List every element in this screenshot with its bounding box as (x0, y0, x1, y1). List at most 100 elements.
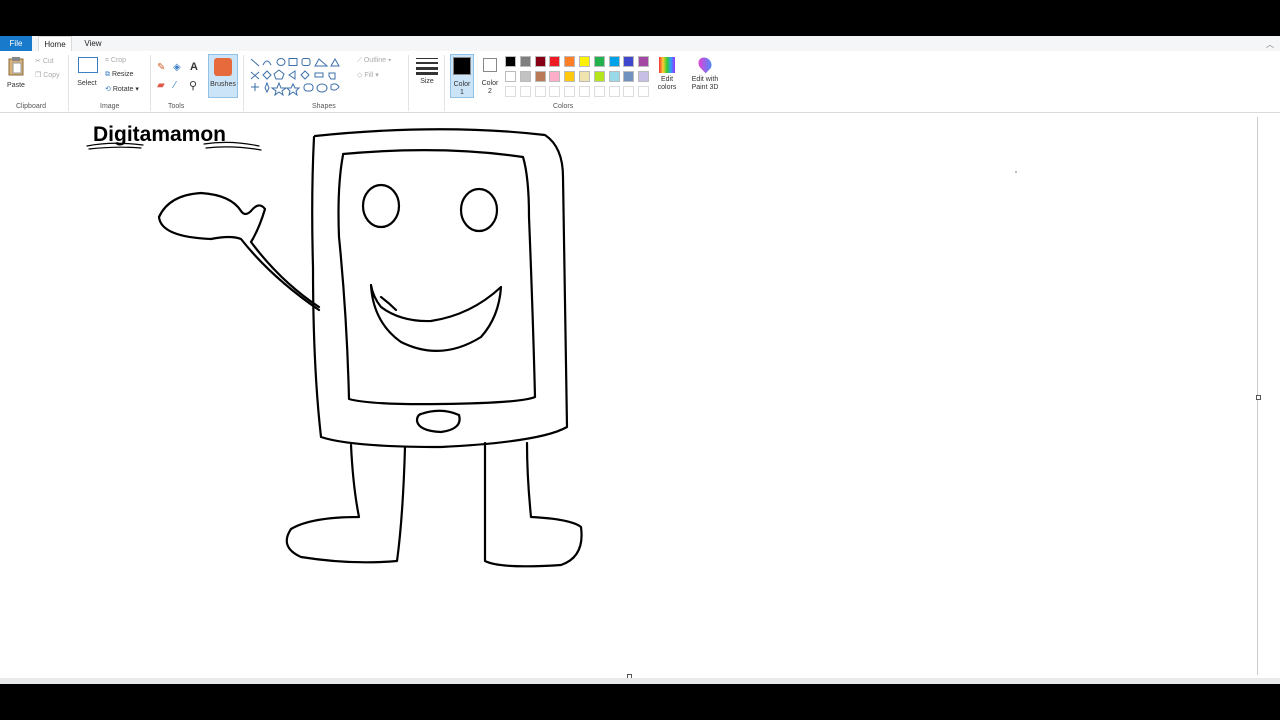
palette-swatch[interactable] (638, 56, 650, 67)
edit-paint3d-label: Edit with Paint 3D (691, 76, 719, 91)
cut-button[interactable]: ✂ Cut (35, 57, 54, 67)
color2-swatch (483, 58, 497, 72)
cut-label: Cut (42, 58, 54, 65)
tab-home[interactable]: Home (38, 36, 72, 51)
custom-color-slot[interactable] (549, 86, 561, 97)
rotate-icon: ⟲ (105, 86, 111, 93)
custom-color-slot[interactable] (564, 86, 576, 97)
paste-button[interactable]: Paste (6, 55, 26, 95)
palette-swatch[interactable] (608, 71, 620, 82)
outline-label: Outline (363, 57, 387, 64)
select-button[interactable]: Select (76, 57, 98, 97)
color-picker-icon[interactable]: ⁄ (174, 80, 176, 91)
color1-swatch (453, 57, 471, 75)
rotate-button[interactable]: ⟲ Rotate ▾ (105, 85, 139, 95)
custom-color-slot[interactable] (638, 86, 650, 97)
palette-swatch[interactable] (593, 71, 605, 82)
color-palette (505, 56, 655, 100)
palette-swatch[interactable] (608, 56, 620, 67)
ribbon-collapse-icon[interactable]: ︿ (1266, 39, 1274, 50)
crop-label: Crop (110, 57, 127, 64)
divider (68, 55, 69, 111)
color2-label: Color 2 (481, 80, 499, 95)
palette-swatch[interactable] (534, 71, 546, 82)
color1-label: Color 1 (453, 81, 471, 96)
tab-file[interactable]: File (0, 36, 32, 51)
horizontal-scrollbar[interactable] (0, 678, 1280, 684)
ribbon-tab-bar: File Home View ︿ (0, 36, 1280, 51)
custom-color-slot[interactable] (623, 86, 635, 97)
fill-button[interactable]: ◇ Fill ▾ (357, 71, 379, 81)
brushes-button[interactable]: Brushes (208, 54, 238, 98)
custom-color-slot[interactable] (608, 86, 620, 97)
custom-color-slot[interactable] (579, 86, 590, 97)
rotate-label: Rotate (112, 86, 134, 93)
paste-label: Paste (7, 82, 25, 89)
resize-icon: ⧉ (105, 71, 110, 78)
custom-color-slot[interactable] (519, 86, 531, 97)
palette-swatch[interactable] (549, 56, 561, 67)
magnifier-icon[interactable]: ⚲ (189, 79, 197, 92)
edit-paint3d-button[interactable]: Edit with Paint 3D (688, 54, 722, 100)
divider (444, 55, 445, 111)
copy-label: Copy (43, 72, 60, 79)
custom-color-slot[interactable] (505, 86, 516, 97)
brush-icon (214, 58, 232, 76)
fill-icon[interactable]: ◈ (173, 62, 181, 73)
select-label: Select (77, 80, 97, 87)
palette-swatch[interactable] (505, 71, 516, 82)
custom-color-slot[interactable] (593, 86, 605, 97)
palette-swatch[interactable] (564, 56, 576, 67)
crop-button[interactable]: ⌗ Crop (105, 56, 126, 66)
palette-swatch[interactable] (534, 56, 546, 67)
text-icon[interactable]: A (190, 61, 198, 73)
palette-swatch[interactable] (564, 71, 576, 82)
paint-window: File Home View ︿ Paste ✂ Cut ❐ Copy Clip… (0, 36, 1280, 684)
palette-swatch[interactable] (519, 71, 531, 82)
canvas-area: Digitamamon (0, 113, 1280, 684)
color1-button[interactable]: Color 1 (450, 54, 474, 98)
shapes-gallery[interactable] (249, 57, 349, 97)
resize-handle-right[interactable] (1256, 395, 1261, 400)
line-size-icon (416, 58, 438, 75)
divider (408, 55, 409, 111)
resize-button[interactable]: ⧉ Resize (105, 70, 133, 80)
character-drawing (86, 128, 1017, 568)
divider (243, 55, 244, 111)
ribbon: Paste ✂ Cut ❐ Copy Clipboard Select ⌗ Cr… (0, 51, 1280, 113)
colors-group-label: Colors (553, 103, 574, 110)
edit-colors-button[interactable]: Edit colors (654, 56, 680, 100)
eraser-icon[interactable]: ▰ (157, 80, 165, 91)
fill-label: Fill (364, 72, 374, 79)
resize-label: Resize (111, 71, 134, 78)
palette-swatch[interactable] (623, 56, 635, 67)
palette-swatch[interactable] (519, 56, 531, 67)
edit-colors-label: Edit colors (657, 76, 677, 91)
brushes-label: Brushes (210, 81, 236, 88)
image-group-label: Image (100, 103, 120, 110)
tools-group-label: Tools (168, 103, 185, 110)
pencil-icon[interactable]: ✎ (157, 62, 165, 73)
paste-icon (8, 57, 24, 76)
drawing-canvas[interactable]: Digitamamon (1, 117, 1258, 675)
palette-swatch[interactable] (579, 71, 590, 82)
tab-view[interactable]: View (80, 36, 106, 51)
divider (150, 55, 151, 111)
outline-button[interactable]: ⟋ Outline ▾ (357, 56, 391, 66)
palette-swatch[interactable] (579, 56, 590, 67)
palette-swatch[interactable] (623, 71, 635, 82)
custom-color-slot[interactable] (534, 86, 546, 97)
palette-swatch[interactable] (638, 71, 650, 82)
color2-button[interactable]: Color 2 (479, 56, 501, 96)
palette-swatch[interactable] (505, 56, 516, 67)
clipboard-group-label: Clipboard (16, 103, 46, 110)
size-label: Size (420, 78, 434, 85)
palette-swatch[interactable] (593, 56, 605, 67)
shapes-group-label: Shapes (312, 103, 336, 110)
copy-button[interactable]: ❐ Copy (35, 71, 60, 81)
size-button[interactable]: Size (416, 57, 438, 97)
rainbow-icon (659, 57, 675, 73)
select-icon (78, 57, 98, 73)
palette-swatch[interactable] (549, 71, 561, 82)
paint3d-icon (695, 54, 715, 74)
